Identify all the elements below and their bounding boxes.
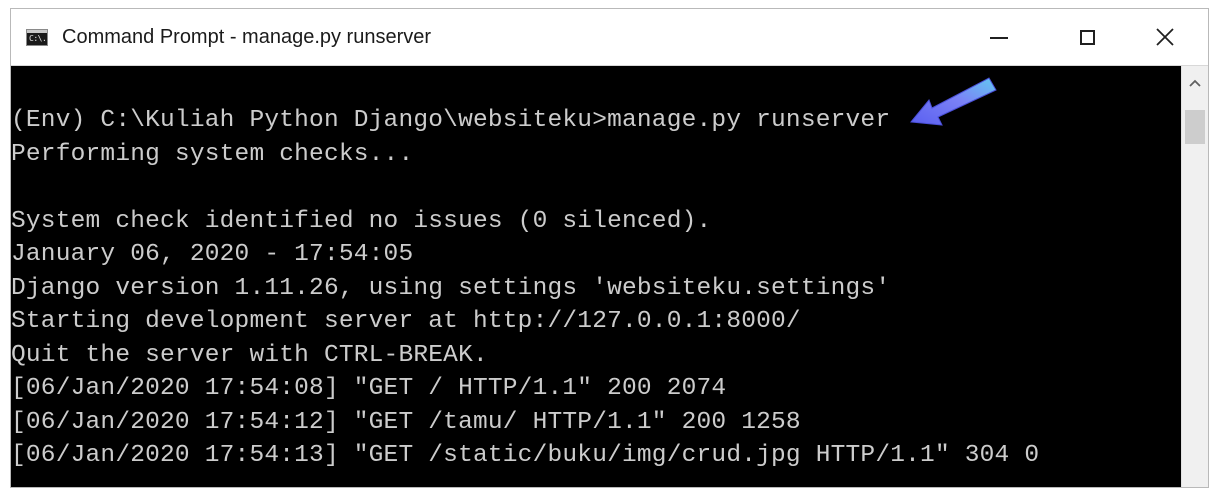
maximize-icon — [1079, 29, 1095, 45]
pointer-arrow-icon — [910, 77, 997, 126]
console-line: [06/Jan/2020 17:54:08] "GET / HTTP/1.1" … — [11, 375, 727, 402]
console-lines: (Env) C:\Kuliah Python Django\websiteku>… — [11, 104, 1039, 473]
app-icon-text: C:\. — [29, 34, 47, 43]
command-prompt-window: C:\. Command Prompt - manage.py runserve… — [10, 8, 1209, 488]
console-line: Django version 1.11.26, using settings '… — [11, 274, 891, 302]
scroll-up-button[interactable] — [1182, 66, 1208, 100]
console-line: January 06, 2020 - 17:54:05 — [11, 241, 414, 268]
title-bar[interactable]: C:\. Command Prompt - manage.py runserve… — [11, 9, 1208, 66]
scroll-thumb[interactable] — [1185, 110, 1205, 144]
console-line: System check identified no issues (0 sil… — [11, 207, 712, 235]
console-line: [06/Jan/2020 17:54:13] "GET /static/buku… — [11, 442, 1040, 469]
console-line: Quit the server with CTRL-BREAK. — [11, 341, 488, 369]
console-line: (Env) C:\Kuliah Python Django\websiteku>… — [11, 107, 891, 134]
maximize-button[interactable] — [1055, 9, 1119, 65]
command-prompt-icon[interactable]: C:\. — [26, 29, 48, 46]
window-title: Command Prompt - manage.py runserver — [62, 26, 432, 48]
console-line: [06/Jan/2020 17:54:12] "GET /tamu/ HTTP/… — [11, 408, 801, 436]
chevron-up-icon — [1189, 79, 1201, 87]
minimize-icon — [990, 37, 1008, 39]
minimize-button[interactable] — [967, 9, 1031, 65]
console-line: Performing system checks... — [11, 140, 414, 168]
close-button[interactable] — [1133, 9, 1197, 65]
close-icon — [1156, 28, 1174, 46]
console-line: Starting development server at http://12… — [11, 308, 801, 335]
vertical-scrollbar[interactable] — [1181, 66, 1208, 487]
console-output[interactable]: (Env) C:\Kuliah Python Django\websiteku>… — [11, 66, 1181, 487]
